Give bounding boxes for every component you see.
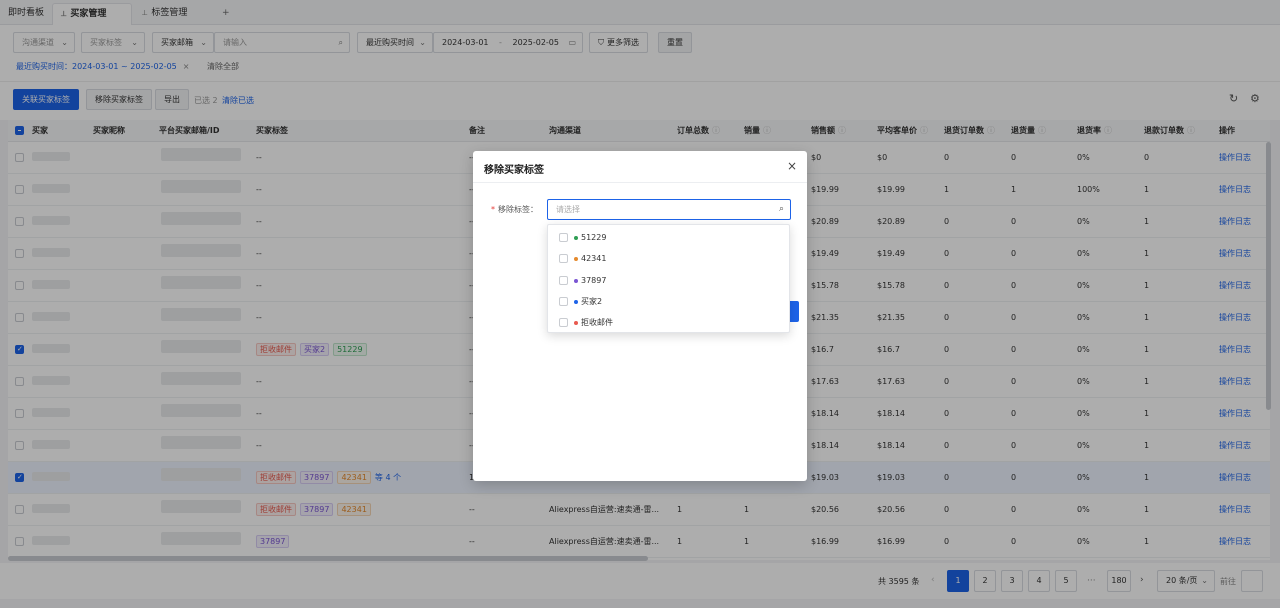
option-checkbox[interactable] — [559, 275, 568, 285]
tag-color-dot — [574, 321, 578, 326]
tag-color-dot — [574, 299, 578, 304]
remove-tag-label: * 移除标签： — [491, 204, 538, 215]
remove-tag-label-text: 移除标签： — [498, 205, 538, 214]
tag-option[interactable]: 拒收邮件 — [548, 312, 791, 333]
tag-option-label: 买家2 — [581, 296, 603, 306]
dialog-title: 移除买家标签 — [484, 165, 544, 176]
tag-option-label: 42341 — [581, 254, 607, 264]
option-checkbox[interactable] — [559, 254, 568, 264]
tag-option[interactable]: 42341 — [548, 248, 791, 269]
tag-option-label: 拒收邮件 — [581, 318, 613, 328]
tag-picker-placeholder: 请选择 — [556, 205, 580, 214]
required-mark: * — [491, 205, 495, 214]
search-icon[interactable]: ⌕ — [779, 200, 784, 219]
tag-color-dot — [574, 236, 578, 240]
tag-option[interactable]: 买家2 — [548, 291, 791, 312]
tag-color-dot — [574, 278, 578, 283]
option-checkbox[interactable] — [559, 318, 568, 328]
option-checkbox[interactable] — [559, 233, 568, 242]
tag-option-label: 37897 — [581, 275, 607, 285]
tag-option[interactable]: 51229 — [548, 227, 791, 248]
close-icon[interactable]: × — [787, 159, 797, 173]
tag-picker-input[interactable]: 请选择 ⌕ — [547, 199, 791, 220]
tag-option-label: 51229 — [581, 233, 607, 242]
tag-color-dot — [574, 257, 578, 262]
tag-option[interactable]: 37897 — [548, 270, 791, 291]
option-checkbox[interactable] — [559, 296, 568, 306]
dialog-divider — [473, 182, 807, 183]
tag-options-dropdown: 51229 42341 37897 买家2 拒收邮件 — [547, 224, 790, 333]
